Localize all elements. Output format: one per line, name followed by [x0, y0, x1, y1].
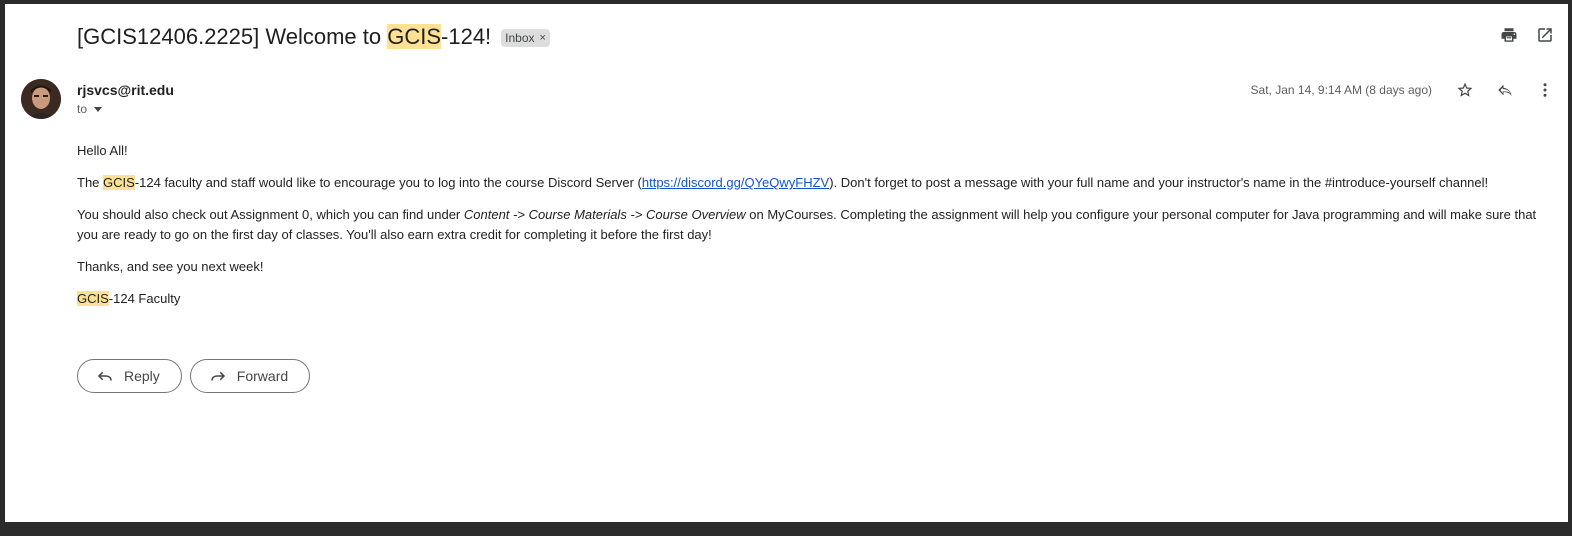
course-path: Content -> Course Materials -> Course Ov…	[463, 207, 746, 222]
paragraph-discord: The GCIS-124 faculty and staff would lik…	[77, 173, 1542, 193]
signature-text: -124 Faculty	[108, 291, 181, 306]
remove-label-icon[interactable]: ×	[540, 32, 546, 44]
email-view: [GCIS12406.2225] Welcome to GCIS-124! In…	[5, 4, 1568, 522]
reply-actions: Reply Forward	[77, 359, 311, 393]
paragraph-assignment: You should also check out Assignment 0, …	[77, 205, 1542, 245]
closing-line: Thanks, and see you next week!	[77, 259, 264, 274]
star-icon[interactable]	[1456, 81, 1474, 99]
reply-button[interactable]: Reply	[77, 359, 182, 393]
print-icon[interactable]	[1500, 26, 1518, 44]
open-in-new-window-icon[interactable]	[1536, 26, 1554, 44]
discord-link[interactable]: https://discord.gg/QYeQwyFHZV	[642, 175, 829, 190]
to-label: to	[77, 102, 88, 116]
more-vertical-icon[interactable]	[1536, 81, 1554, 99]
reply-label: Reply	[124, 368, 160, 384]
sender-email[interactable]: rjsvcs@rit.edu	[77, 82, 174, 98]
subject-row: [GCIS12406.2225] Welcome to GCIS-124! In…	[77, 22, 550, 52]
subject-toolbar	[1500, 26, 1554, 44]
avatar[interactable]	[21, 79, 61, 119]
subject-text-suffix: -124!	[441, 24, 492, 49]
email-subject: [GCIS12406.2225] Welcome to GCIS-124!	[77, 24, 491, 50]
message-date: Sat, Jan 14, 9:14 AM (8 days ago)	[1250, 83, 1432, 97]
chevron-down-icon	[94, 106, 103, 112]
label-text: Inbox	[505, 31, 535, 45]
subject-search-highlight: GCIS	[387, 24, 442, 49]
the-word: The	[77, 175, 104, 190]
paragraph-text: ). Don't forget to post a message with y…	[829, 175, 1489, 190]
message-meta: Sat, Jan 14, 9:14 AM (8 days ago)	[1251, 81, 1554, 99]
subject-text-prefix: [GCIS12406.2225] Welcome to	[77, 24, 388, 49]
forward-button[interactable]: Forward	[189, 359, 311, 393]
paragraph-text: -124 faculty and staff would like to enc…	[134, 175, 642, 190]
greeting: Hello All!	[77, 143, 128, 158]
message-body: Hello All! The GCIS-124 faculty and staf…	[77, 141, 1542, 321]
reply-icon	[97, 371, 112, 381]
signature: GCIS-124 Faculty	[77, 289, 1542, 309]
search-highlight: GCIS	[77, 291, 109, 306]
window-bottom-edge	[0, 522, 1572, 536]
inbox-label-chip: Inbox ×	[501, 29, 550, 47]
recipients-toggle[interactable]: to	[77, 102, 103, 116]
search-highlight: GCIS	[103, 175, 135, 190]
forward-icon	[211, 371, 225, 381]
reply-icon[interactable]	[1496, 81, 1514, 99]
paragraph-text: You should also check out Assignment 0, …	[77, 207, 464, 222]
forward-label: Forward	[236, 368, 289, 384]
